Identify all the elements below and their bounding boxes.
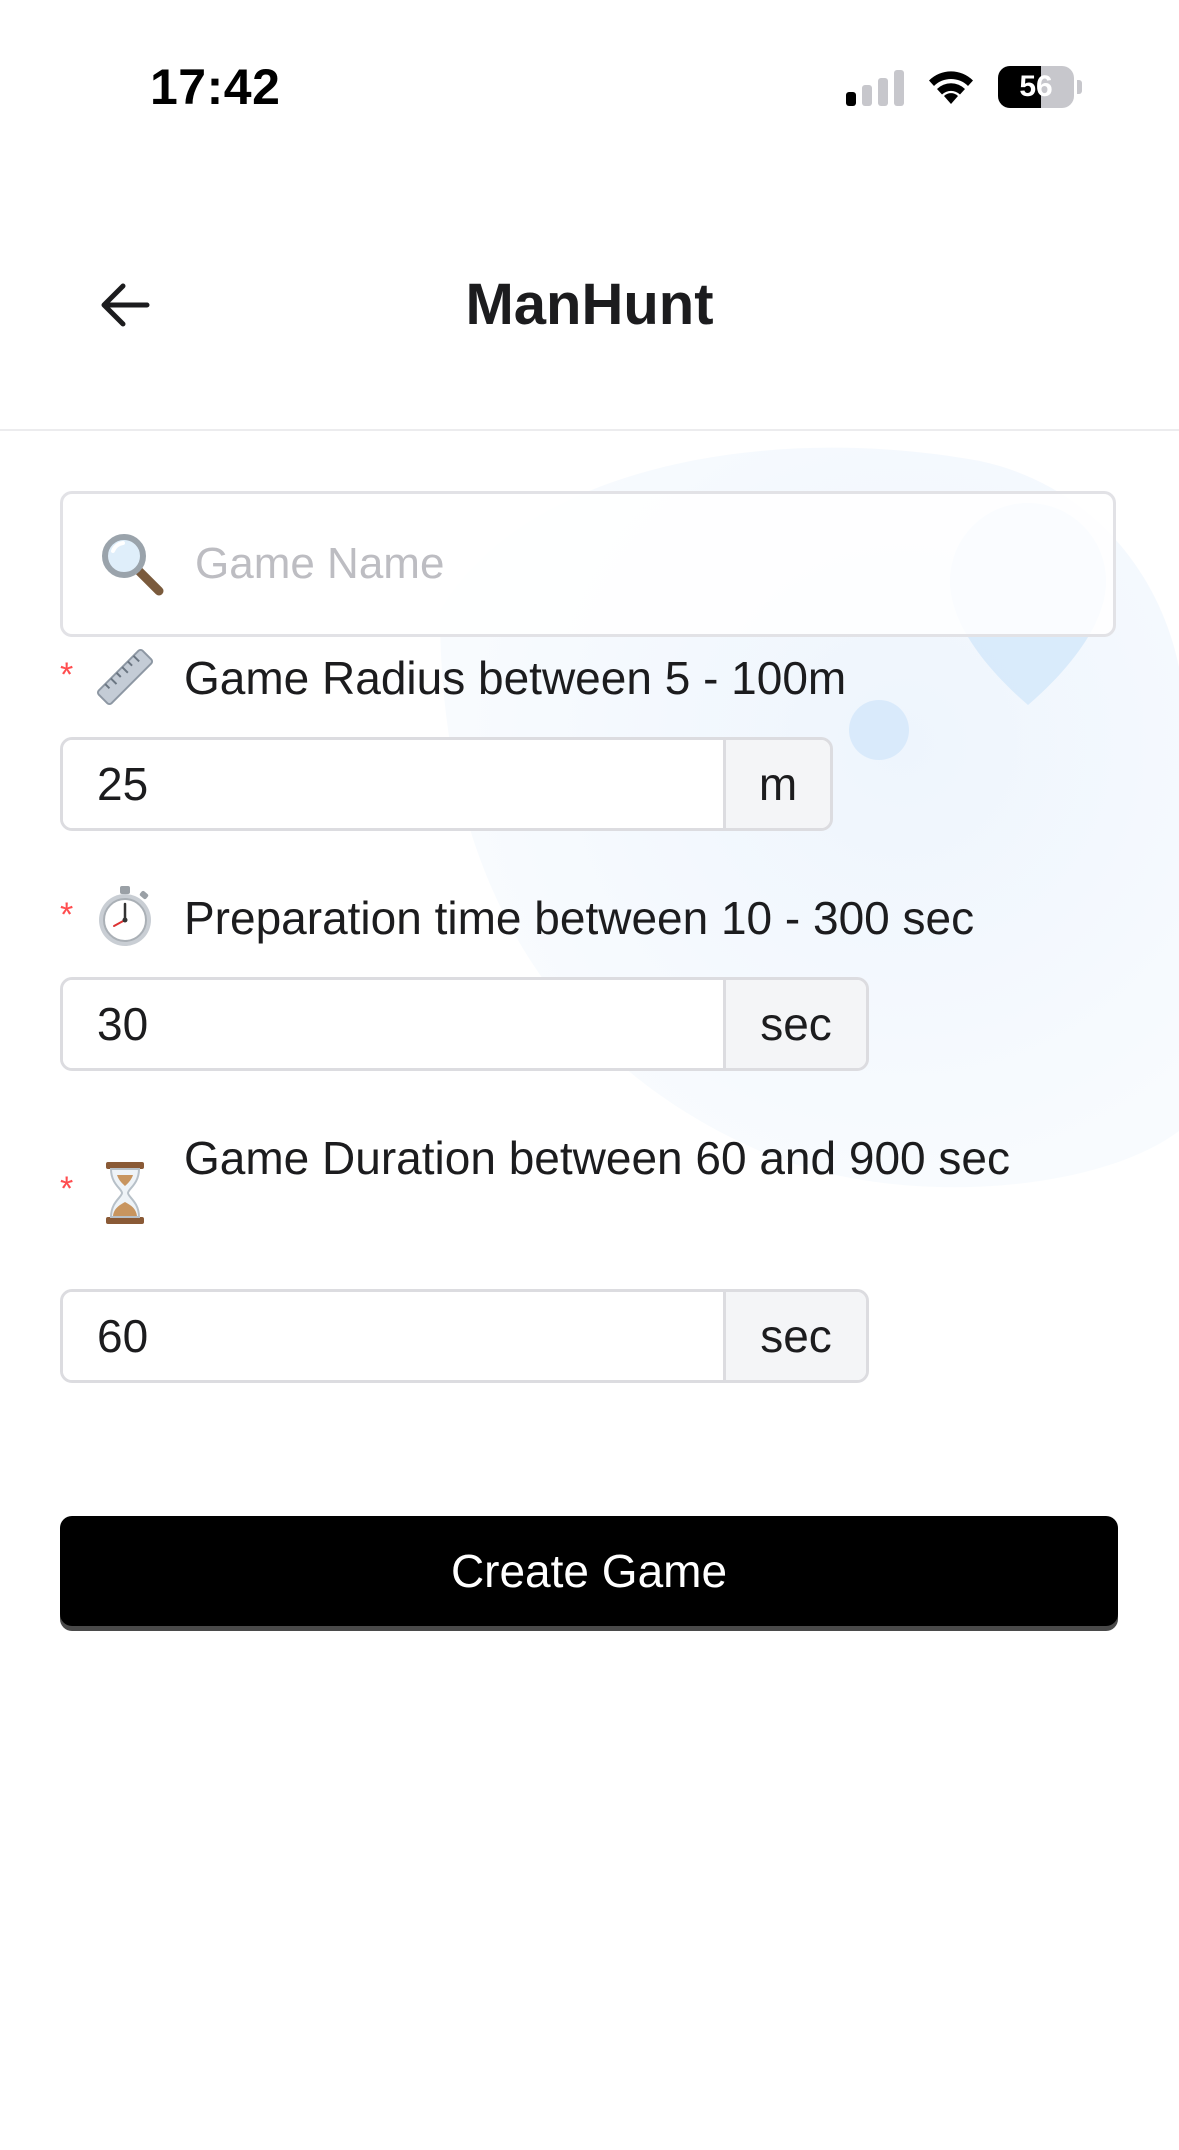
required-mark: * — [60, 896, 74, 934]
preparation-label-row: * Preparation time between 10 - 300 sec — [60, 882, 1060, 954]
preparation-label: Preparation time between 10 - 300 sec — [184, 892, 975, 944]
wifi-icon — [924, 66, 978, 106]
duration-unit: sec — [723, 1292, 866, 1380]
required-mark: * — [60, 656, 74, 694]
magnifying-glass-icon — [97, 529, 167, 599]
status-time: 17:42 — [150, 59, 281, 115]
duration-input-group: sec — [60, 1289, 869, 1383]
radius-label-row: * Game Radius between 5 - 100m — [60, 642, 1060, 714]
cellular-signal-icon — [846, 70, 906, 106]
preparation-input[interactable] — [63, 980, 723, 1068]
stopwatch-icon — [90, 882, 160, 952]
game-name-input[interactable] — [193, 493, 1113, 635]
create-game-button[interactable]: Create Game — [60, 1516, 1118, 1626]
status-bar: 17:42 56 — [0, 0, 1179, 175]
hourglass-icon — [90, 1158, 160, 1228]
radius-label: Game Radius between 5 - 100m — [184, 652, 847, 704]
page-title: ManHunt — [465, 272, 714, 337]
app-header: ManHunt — [0, 175, 1179, 431]
preparation-input-group: sec — [60, 977, 869, 1071]
duration-label: Game Duration between 60 and 900 sec — [184, 1132, 1010, 1184]
duration-input[interactable] — [63, 1292, 723, 1380]
game-name-field[interactable] — [60, 491, 1116, 637]
radius-unit: m — [723, 740, 830, 828]
duration-label-row: * Game Duration between 60 and 900 sec — [60, 1122, 1060, 1228]
required-mark: * — [60, 1170, 74, 1208]
preparation-unit: sec — [723, 980, 866, 1068]
battery-icon: 56 — [998, 66, 1082, 108]
radius-input-group: m — [60, 737, 833, 831]
radius-input[interactable] — [63, 740, 723, 828]
battery-percent: 56 — [1019, 70, 1053, 103]
ruler-icon — [90, 642, 160, 712]
